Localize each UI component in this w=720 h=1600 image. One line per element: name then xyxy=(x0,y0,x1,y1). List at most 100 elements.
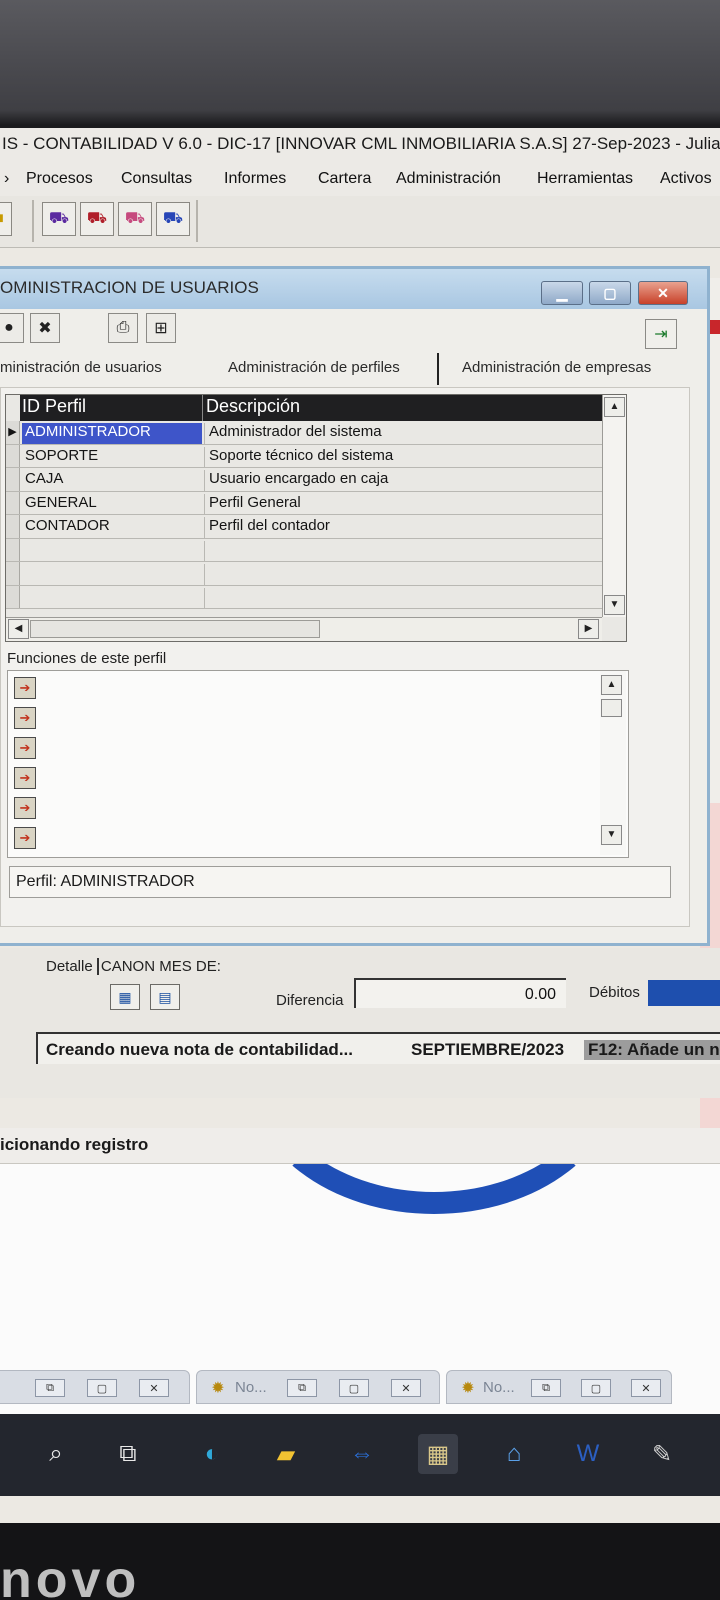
menu-procesos[interactable]: Procesos xyxy=(26,170,93,188)
app-icon: ✹ xyxy=(461,1380,475,1397)
empty-row[interactable] xyxy=(6,538,602,562)
scroll-up-arrow-icon[interactable]: ▲ xyxy=(604,397,625,417)
function-item-icon[interactable]: ➔ xyxy=(14,767,36,789)
toolbar-edge-icon[interactable]: ■ xyxy=(0,202,12,236)
scroll-thumb[interactable] xyxy=(30,620,320,638)
print-icon[interactable]: ⎙ xyxy=(108,313,138,343)
cell-empty[interactable] xyxy=(204,540,602,562)
minimized-window[interactable]: ✹ No... ⧉ ▢ ✕ xyxy=(196,1370,440,1404)
row-indicator xyxy=(6,538,20,561)
col-header-descripcion[interactable]: Descripción xyxy=(206,396,300,417)
paint-icon[interactable]: ✎ xyxy=(642,1434,682,1474)
scroll-left-arrow-icon[interactable]: ◀ xyxy=(8,619,29,639)
empty-row[interactable] xyxy=(6,585,602,609)
lock-icon[interactable]: ⊞ xyxy=(146,313,176,343)
tab-usuarios[interactable]: ministración de usuarios xyxy=(0,359,162,376)
close-button[interactable]: ✕ xyxy=(638,281,688,305)
table-row[interactable]: ▶ ADMINISTRADOR Administrador del sistem… xyxy=(6,421,602,445)
cell-id[interactable]: CAJA xyxy=(22,470,202,491)
table-row[interactable]: GENERAL Perfil General xyxy=(6,491,602,515)
period-text: SEPTIEMBRE/2023 xyxy=(411,1040,565,1059)
toolbar-cart-pink-icon[interactable]: ⛟ xyxy=(118,202,152,236)
row-indicator xyxy=(6,585,20,608)
cell-id[interactable]: GENERAL xyxy=(22,494,202,515)
grid-horizontal-scrollbar[interactable]: ◀ ▶ xyxy=(6,617,602,641)
cell-desc[interactable]: Perfil del contador xyxy=(204,517,602,538)
function-item-icon[interactable]: ➔ xyxy=(14,827,36,849)
close-icon[interactable]: ✕ xyxy=(631,1379,661,1397)
toolbar-cart-red-icon[interactable]: ⛟ xyxy=(80,202,114,236)
scroll-up-arrow-icon[interactable]: ▲ xyxy=(601,675,622,695)
canon-label: CANON MES DE: xyxy=(96,958,221,975)
scroll-thumb[interactable] xyxy=(601,699,622,717)
dialog-title: OMINISTRACION DE USUARIOS xyxy=(0,278,259,297)
restore-icon[interactable]: ⧉ xyxy=(287,1379,317,1397)
menu-consultas[interactable]: Consultas xyxy=(121,170,192,188)
minimized-window[interactable]: ✹ No... ⧉ ▢ ✕ xyxy=(446,1370,672,1404)
empty-row[interactable] xyxy=(6,562,602,586)
function-item-icon[interactable]: ➔ xyxy=(14,677,36,699)
cell-empty[interactable] xyxy=(204,564,602,585)
table-row[interactable]: CAJA Usuario encargado en caja xyxy=(6,468,602,492)
teamviewer-icon[interactable]: ⇔ xyxy=(342,1434,382,1474)
file-explorer-icon[interactable]: ▰ xyxy=(266,1434,306,1474)
maximize-icon[interactable]: ▢ xyxy=(581,1379,611,1397)
function-item-icon[interactable]: ➔ xyxy=(14,707,36,729)
close-icon[interactable]: ✕ xyxy=(139,1379,169,1397)
table-view-icon[interactable]: ▤ xyxy=(150,984,180,1010)
edge-icon[interactable]: ◐ xyxy=(192,1434,232,1474)
col-header-id[interactable]: ID Perfil xyxy=(22,396,86,417)
menu-administracion[interactable]: Administración xyxy=(396,170,501,188)
word-icon[interactable]: W xyxy=(568,1434,608,1474)
tab-empresas[interactable]: Administración de empresas xyxy=(462,359,651,376)
scroll-down-arrow-icon[interactable]: ▼ xyxy=(601,825,622,845)
search-icon[interactable]: ⌕ xyxy=(36,1434,76,1474)
menu-cartera[interactable]: Cartera xyxy=(318,170,371,188)
minimized-window[interactable]: ⧉ ▢ ✕ xyxy=(0,1370,190,1404)
menu-activos[interactable]: Activos xyxy=(660,170,712,188)
cell-desc[interactable]: Administrador del sistema xyxy=(204,423,602,444)
cell-desc[interactable]: Soporte técnico del sistema xyxy=(204,446,602,468)
table-row[interactable]: SOPORTE Soporte técnico del sistema xyxy=(6,444,602,468)
close-icon[interactable]: ✕ xyxy=(391,1379,421,1397)
exit-door-icon[interactable]: ⇥ xyxy=(645,319,677,349)
maximize-button[interactable]: ▢ xyxy=(589,281,631,305)
menu-bar: › Procesos Consultas Informes Cartera Ad… xyxy=(0,166,720,196)
tab-bar: ministración de usuarios Administración … xyxy=(0,353,707,387)
restore-icon[interactable]: ⧉ xyxy=(531,1379,561,1397)
maximize-icon[interactable]: ▢ xyxy=(87,1379,117,1397)
logo-arc xyxy=(244,1164,624,1214)
row-indicator xyxy=(6,468,20,491)
scroll-down-arrow-icon[interactable]: ▼ xyxy=(604,595,625,615)
toolbar-cart-blue-icon[interactable]: ⛟ xyxy=(156,202,190,236)
calculator-icon[interactable]: ▦ xyxy=(418,1434,458,1474)
menu-herramientas[interactable]: Herramientas xyxy=(537,170,633,188)
minimized-windows: ⧉ ▢ ✕ ✹ No... ⧉ ▢ ✕ ✹ No... ⧉ ▢ ✕ xyxy=(0,1364,720,1414)
cell-desc[interactable]: Usuario encargado en caja xyxy=(204,470,602,491)
profiles-panel: ID Perfil Descripción ▶ ADMINISTRADOR Ad… xyxy=(0,387,690,927)
table-row[interactable]: CONTADOR Perfil del contador xyxy=(6,515,602,539)
function-item-icon[interactable]: ➔ xyxy=(14,797,36,819)
menu-informes[interactable]: Informes xyxy=(224,170,286,188)
grid-view-icon[interactable]: ▦ xyxy=(110,984,140,1010)
debitos-field[interactable] xyxy=(648,980,720,1006)
delete-user-icon[interactable]: ✖ xyxy=(30,313,60,343)
maximize-icon[interactable]: ▢ xyxy=(339,1379,369,1397)
cell-desc[interactable]: Perfil General xyxy=(204,493,602,515)
accounting-form: Detalle CANON MES DE: ▦ ▤ Diferencia 0.0… xyxy=(0,948,720,1098)
cell-id[interactable]: ADMINISTRADOR xyxy=(22,423,202,444)
function-item-icon[interactable]: ➔ xyxy=(14,737,36,759)
scroll-right-arrow-icon[interactable]: ▶ xyxy=(578,619,599,639)
cell-empty[interactable] xyxy=(204,587,602,609)
home-app-icon[interactable]: ⌂ xyxy=(494,1434,534,1474)
functions-scrollbar[interactable]: ▲ ▼ xyxy=(600,671,626,855)
cell-id[interactable]: SOPORTE xyxy=(22,447,202,468)
tab-perfiles[interactable]: Administración de perfiles xyxy=(228,359,400,376)
user-icon[interactable]: ● xyxy=(0,313,24,343)
task-view-icon[interactable]: ⧉ xyxy=(108,1434,148,1474)
cell-id[interactable]: CONTADOR xyxy=(22,517,202,538)
restore-icon[interactable]: ⧉ xyxy=(35,1379,65,1397)
grid-vertical-scrollbar[interactable]: ▲ ▼ xyxy=(602,395,626,617)
toolbar-cart-icon[interactable]: ⛟ xyxy=(42,202,76,236)
minimize-button[interactable]: ▁ xyxy=(541,281,583,305)
